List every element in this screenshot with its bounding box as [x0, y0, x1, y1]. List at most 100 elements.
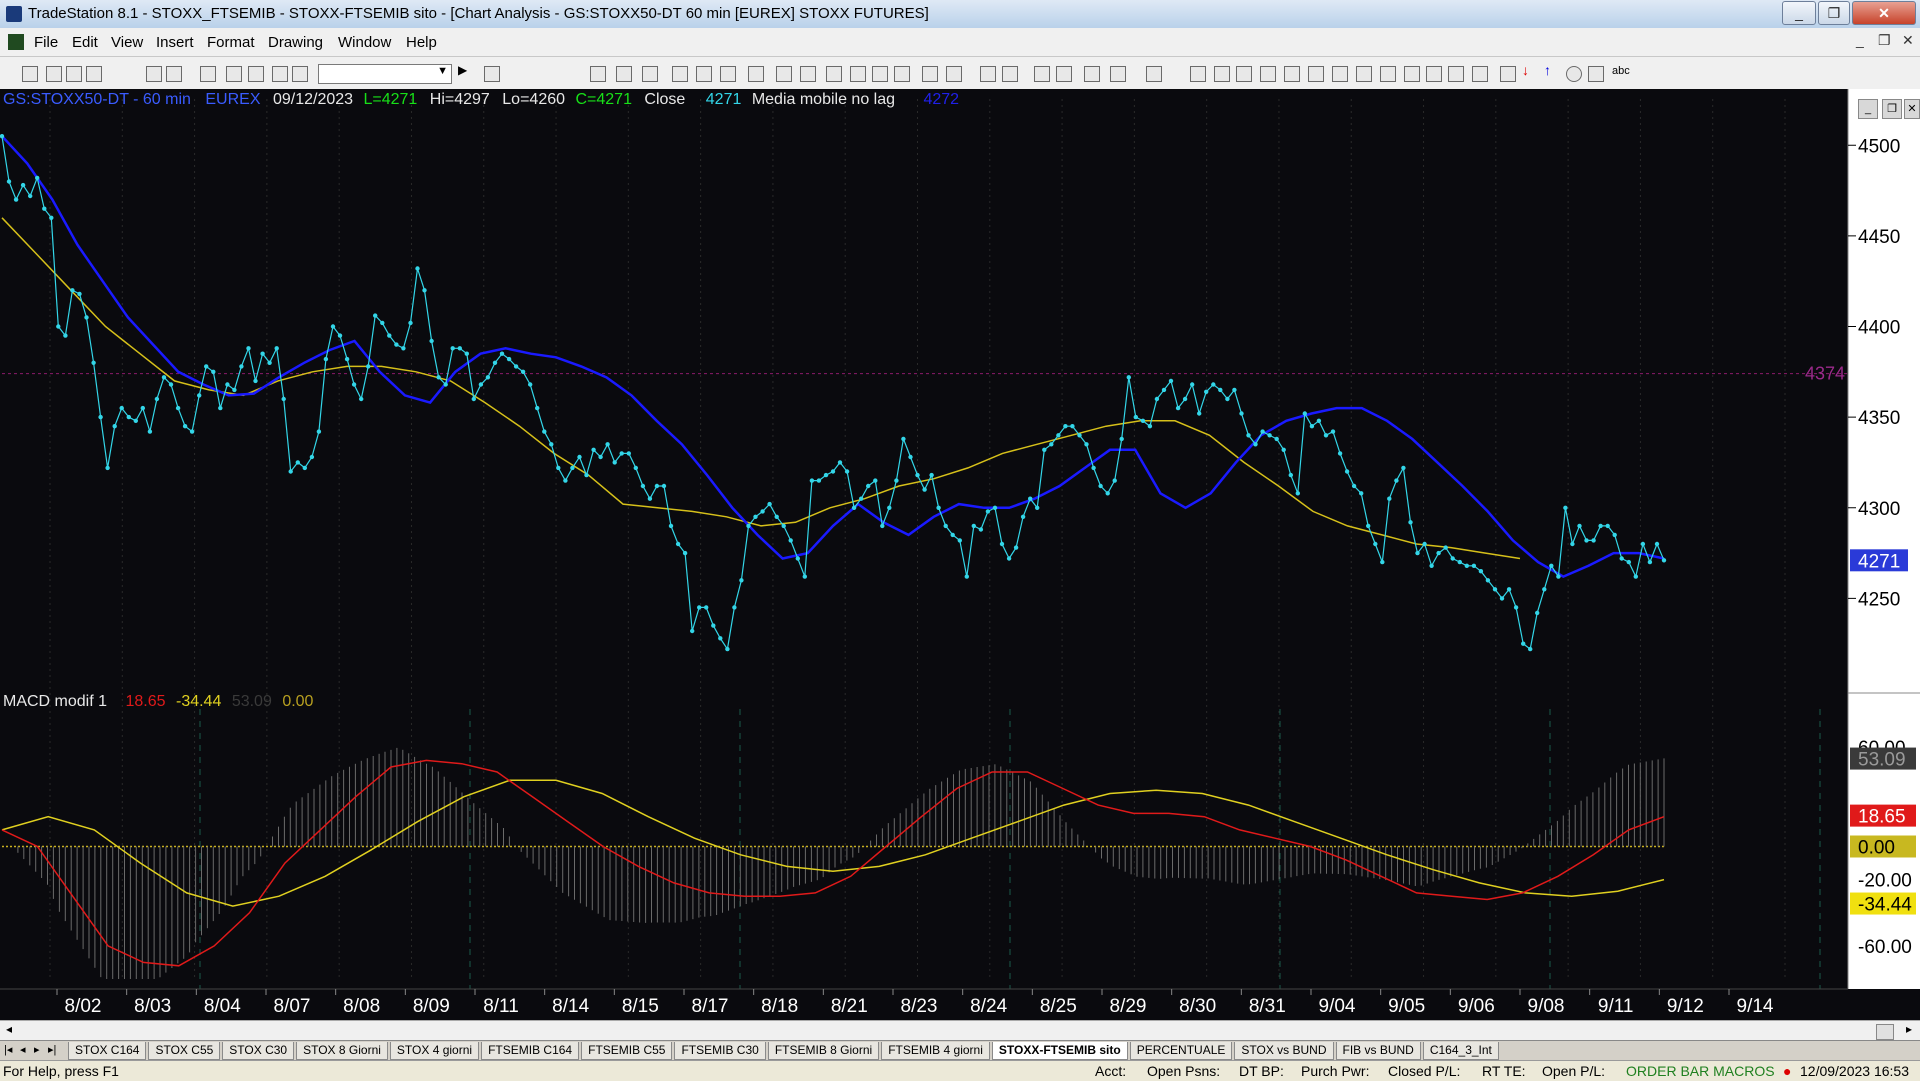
- cross-icon[interactable]: [1056, 66, 1072, 82]
- pane-close-button[interactable]: ✕: [1904, 99, 1920, 119]
- tab-nav-last-icon[interactable]: ▸|: [48, 1043, 56, 1056]
- strategy-icon[interactable]: [696, 66, 712, 82]
- pane-minimize-button[interactable]: _: [1858, 99, 1878, 119]
- tools-icon[interactable]: [272, 66, 288, 82]
- line-icon[interactable]: [894, 66, 910, 82]
- chart-canvas[interactable]: 4374450044504400435043004250427160.00-20…: [0, 89, 1920, 1020]
- bar-icon[interactable]: [850, 66, 866, 82]
- rectangle-icon[interactable]: [1588, 66, 1604, 82]
- tab-nav-first-icon[interactable]: |◂: [4, 1043, 12, 1056]
- trendline-icon[interactable]: [1190, 66, 1206, 82]
- paste-icon[interactable]: [226, 66, 242, 82]
- palette-icon[interactable]: [292, 66, 308, 82]
- tab-11[interactable]: PERCENTUALE: [1129, 1042, 1233, 1060]
- horizontal-line-icon[interactable]: [1236, 66, 1252, 82]
- mdi-restore-button[interactable]: ❐: [1878, 32, 1891, 49]
- pen-icon[interactable]: [1472, 66, 1488, 82]
- tab-1[interactable]: STOX C55: [148, 1042, 221, 1060]
- text-icon[interactable]: abc: [1612, 65, 1642, 79]
- scroll-right-arrow-icon[interactable]: ▸: [1906, 1022, 1912, 1036]
- parallel-icon[interactable]: [1426, 66, 1442, 82]
- open-icon[interactable]: [46, 66, 62, 82]
- horizontal-scrollbar[interactable]: ◂ ▸: [0, 1020, 1920, 1041]
- arrow-icon[interactable]: [1404, 66, 1420, 82]
- status-order-bar-macros[interactable]: ORDER BAR MACROS: [1626, 1063, 1775, 1079]
- scroll-thumb[interactable]: [1876, 1024, 1894, 1040]
- tab-2[interactable]: STOX C30: [222, 1042, 295, 1060]
- speed-line-icon[interactable]: [1332, 66, 1348, 82]
- refresh-icon[interactable]: [776, 66, 792, 82]
- lock-icon[interactable]: [248, 66, 264, 82]
- chart-type-icon[interactable]: [616, 66, 632, 82]
- tab-4[interactable]: STOX 4 giorni: [389, 1042, 480, 1060]
- hide-icon[interactable]: [1146, 66, 1162, 82]
- fan-icon[interactable]: [1284, 66, 1300, 82]
- menu-help[interactable]: Help: [406, 34, 437, 51]
- tab-9[interactable]: FTSEMIB 4 giorni: [881, 1042, 990, 1060]
- tab-10[interactable]: STOXX-FTSEMIB sito: [991, 1042, 1128, 1060]
- menu-view[interactable]: View: [111, 34, 143, 51]
- chart-icon[interactable]: [590, 66, 606, 82]
- ellipse-icon[interactable]: [1566, 66, 1582, 82]
- candle-icon[interactable]: [872, 66, 888, 82]
- menu-format[interactable]: Format: [207, 34, 255, 51]
- tab-13[interactable]: FIB vs BUND: [1335, 1042, 1421, 1060]
- matrix-icon[interactable]: [826, 66, 842, 82]
- arc-icon[interactable]: [1448, 66, 1464, 82]
- pointer-icon[interactable]: [1034, 66, 1050, 82]
- print-preview-icon[interactable]: [166, 66, 182, 82]
- copy-icon[interactable]: [66, 66, 82, 82]
- price-point: [1344, 469, 1350, 474]
- print-icon[interactable]: [146, 66, 162, 82]
- window-icon[interactable]: [748, 66, 764, 82]
- data-icon[interactable]: [1110, 66, 1126, 82]
- tab-6[interactable]: FTSEMIB C55: [581, 1042, 673, 1060]
- tab-3[interactable]: STOX 8 Giorni: [296, 1042, 388, 1060]
- restore-button[interactable]: ❐: [1818, 1, 1850, 25]
- menu-file[interactable]: File: [34, 34, 58, 51]
- menu-drawing[interactable]: Drawing: [268, 34, 323, 51]
- cut-icon[interactable]: [200, 66, 216, 82]
- tab-8[interactable]: FTSEMIB 8 Giorni: [767, 1042, 880, 1060]
- format-icon[interactable]: [720, 66, 736, 82]
- zoom-out-icon[interactable]: [1002, 66, 1018, 82]
- tab-nav-next-icon[interactable]: ▸: [34, 1043, 40, 1056]
- fibonacci-icon[interactable]: [1308, 66, 1324, 82]
- scroll-right-icon[interactable]: [946, 66, 962, 82]
- menu-insert[interactable]: Insert: [156, 34, 194, 51]
- new-icon[interactable]: [22, 66, 38, 82]
- pane-restore-button[interactable]: ❐: [1882, 99, 1902, 119]
- curve-icon[interactable]: [1500, 66, 1516, 82]
- tab-nav-prev-icon[interactable]: ◂: [20, 1043, 26, 1056]
- radar-icon[interactable]: [800, 66, 816, 82]
- tab-7[interactable]: FTSEMIB C30: [674, 1042, 766, 1060]
- zoom-in-icon[interactable]: [980, 66, 996, 82]
- andrews-icon[interactable]: [1380, 66, 1396, 82]
- wrench-icon[interactable]: [1084, 66, 1100, 82]
- zoom-icon[interactable]: [484, 66, 500, 82]
- mdi-minimize-button[interactable]: _: [1856, 32, 1864, 48]
- tab-0[interactable]: STOX C164: [68, 1042, 147, 1060]
- gann-icon[interactable]: [1356, 66, 1372, 82]
- mdi-close-button[interactable]: ✕: [1902, 32, 1914, 49]
- price-axis-label: 4450: [1858, 227, 1900, 248]
- tab-12[interactable]: STOX vs BUND: [1234, 1042, 1334, 1060]
- chart-area[interactable]: 4374450044504400435043004250427160.00-20…: [0, 89, 1920, 1020]
- vertical-line-icon[interactable]: [1214, 66, 1230, 82]
- minimize-button[interactable]: _: [1782, 1, 1816, 25]
- symbol-combo[interactable]: ▼: [318, 64, 452, 84]
- up-arrow-icon[interactable]: ↑: [1544, 62, 1558, 78]
- play-icon[interactable]: ▶: [458, 63, 472, 77]
- down-arrow-icon[interactable]: ↓: [1522, 62, 1536, 78]
- tab-5[interactable]: FTSEMIB C164: [481, 1042, 580, 1060]
- menu-edit[interactable]: Edit: [72, 34, 98, 51]
- close-button[interactable]: ✕: [1852, 1, 1916, 25]
- scroll-left-arrow-icon[interactable]: ◂: [6, 1022, 12, 1036]
- menu-window[interactable]: Window: [338, 34, 391, 51]
- indicator-icon[interactable]: [672, 66, 688, 82]
- table-icon[interactable]: [642, 66, 658, 82]
- save-icon[interactable]: [86, 66, 102, 82]
- channel-icon[interactable]: [1260, 66, 1276, 82]
- tab-14[interactable]: C164_3_Int: [1422, 1042, 1499, 1060]
- scroll-left-icon[interactable]: [922, 66, 938, 82]
